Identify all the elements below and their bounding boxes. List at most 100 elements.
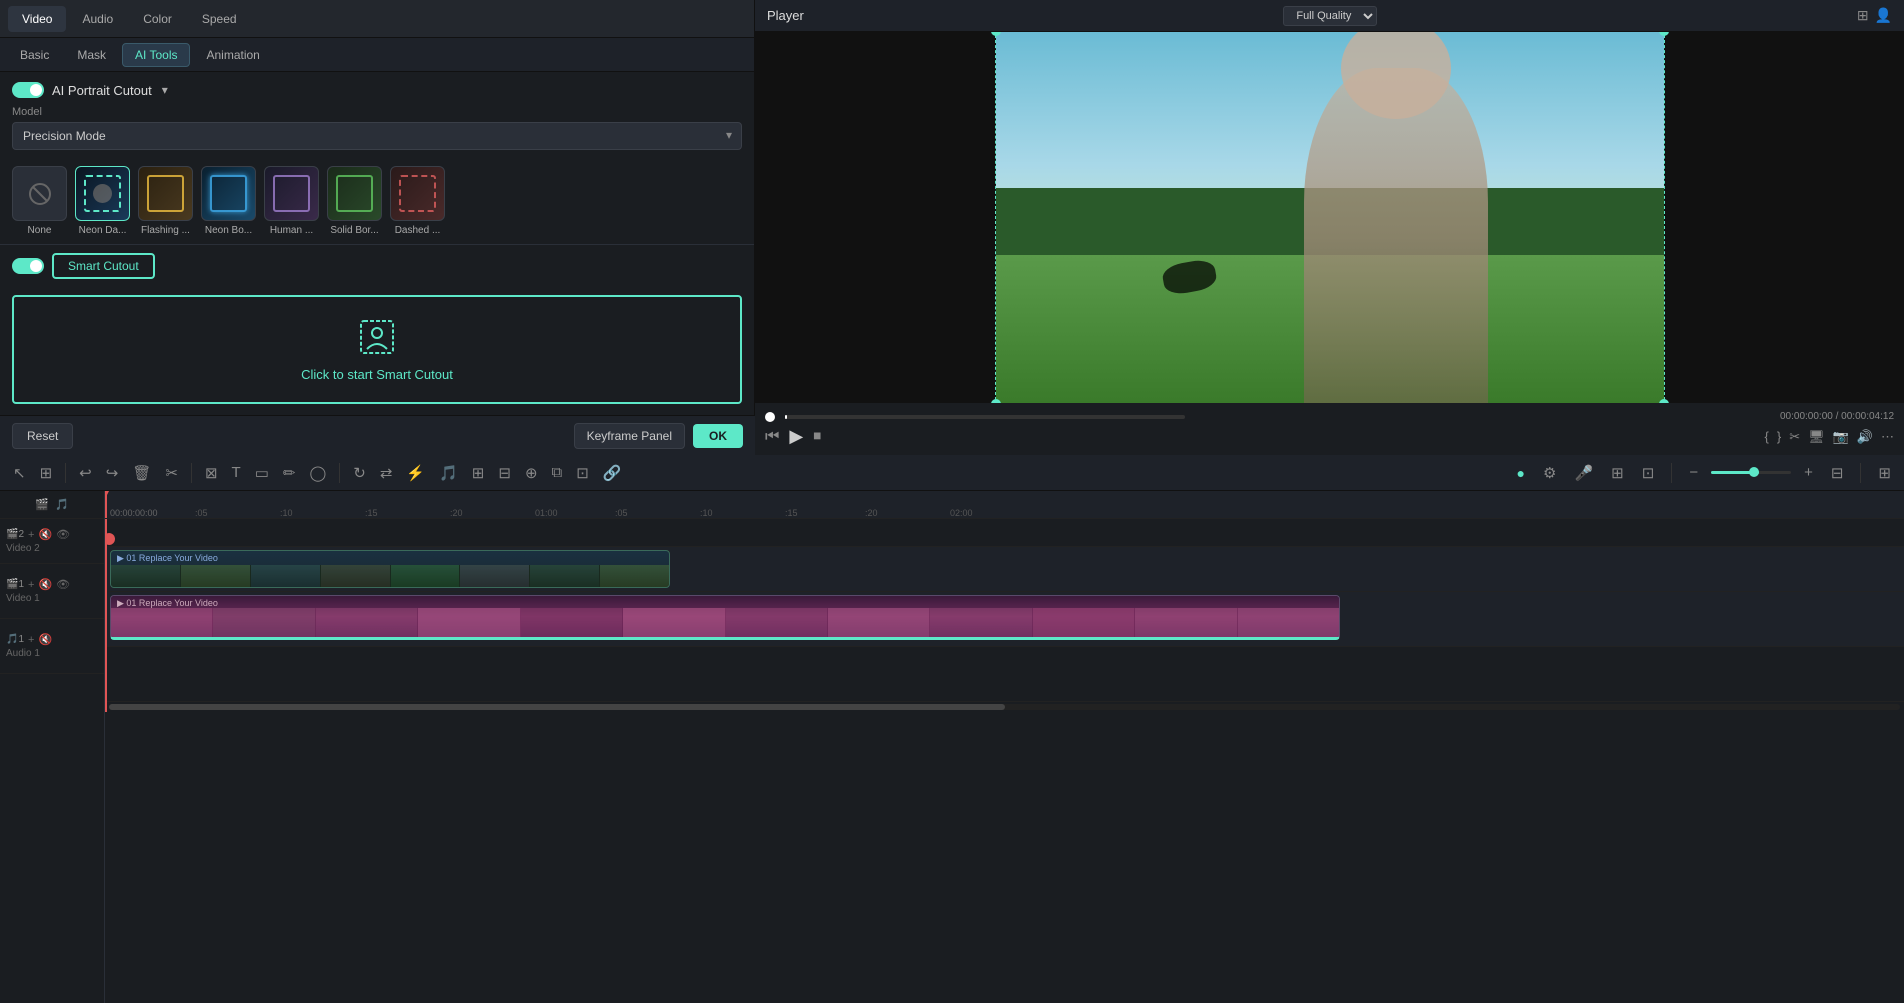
track-add-audio[interactable]: 🎵 xyxy=(55,498,69,511)
tab-video[interactable]: Video xyxy=(8,6,66,32)
cut-button[interactable]: ✂ xyxy=(160,461,183,485)
tracks-scroll-area[interactable]: 00:00:00:00 :05 :10 :15 :20 01:00 :05 :1… xyxy=(105,491,1904,1003)
settings-tool[interactable]: ⚙ xyxy=(1538,461,1561,485)
effect-human[interactable]: Human ... xyxy=(264,166,319,236)
toolbar-sep-3 xyxy=(339,463,340,483)
monitor-icon[interactable]: 🖥 xyxy=(1808,429,1825,445)
duplicate-button[interactable]: ⊕ xyxy=(520,461,543,485)
effect-thumb-neon-dash xyxy=(75,166,130,221)
redo-button[interactable]: ↪ xyxy=(101,461,124,485)
settings-icon[interactable]: 👤 xyxy=(1875,7,1892,24)
video2-clip[interactable]: ▶ 01 Replace Your Video xyxy=(110,550,670,588)
tab-animation[interactable]: Animation xyxy=(194,44,271,66)
voice-button[interactable]: 🎤 xyxy=(1569,461,1598,485)
volume-icon[interactable]: 🔊 xyxy=(1857,429,1873,445)
reset-button[interactable]: Reset xyxy=(12,423,73,449)
ai-portrait-toggle-row: AI Portrait Cutout ▾ xyxy=(12,82,742,98)
video1-mute-icon[interactable]: 🔇 xyxy=(38,578,52,591)
stop-button[interactable]: ⏹ xyxy=(813,428,821,446)
grid-view-button[interactable]: ⊞ xyxy=(1873,461,1896,485)
seekbar[interactable] xyxy=(785,415,1185,419)
play-button[interactable]: ▶ xyxy=(789,426,803,447)
rect-button[interactable]: ▭ xyxy=(250,461,274,485)
video1-clip[interactable]: ▶ 01 Replace Your Video xyxy=(110,595,1340,640)
more-icon[interactable]: ⋯ xyxy=(1881,429,1894,445)
select-tool[interactable]: ↖ xyxy=(8,461,31,485)
enable-icon[interactable]: ● xyxy=(1512,462,1530,484)
track-add-video[interactable]: 🎬 xyxy=(35,498,49,511)
tab-basic[interactable]: Basic xyxy=(8,44,61,66)
playhead-dot[interactable] xyxy=(765,412,775,422)
tab-speed[interactable]: Speed xyxy=(188,6,251,32)
trim-icon[interactable]: ✂ xyxy=(1789,429,1800,445)
model-select[interactable]: Precision Mode Standard Mode xyxy=(12,122,742,150)
fullscreen-icon[interactable]: ⊞ xyxy=(1857,7,1869,24)
crop-button[interactable]: ⊠ xyxy=(200,461,223,485)
video1-eye-icon[interactable]: 👁 xyxy=(56,578,70,591)
effect-neon-dash[interactable]: Neon Da... xyxy=(75,166,130,236)
timeline-scrollbar-thumb[interactable] xyxy=(109,704,1005,710)
effect-dashed[interactable]: Dashed ... xyxy=(390,166,445,236)
effect-none[interactable]: None xyxy=(12,166,67,236)
audio1-num: 🎵1 xyxy=(6,634,24,645)
video1-add-icon[interactable]: + xyxy=(28,579,34,591)
ok-button[interactable]: OK xyxy=(693,424,743,448)
quality-select[interactable]: Full Quality 1/2 Quality 1/4 Quality xyxy=(1283,6,1377,26)
bracket-right-icon[interactable]: } xyxy=(1777,429,1781,444)
timeline-scrollbar-track[interactable] xyxy=(109,704,1900,710)
handle-bottom-right[interactable] xyxy=(1659,399,1669,403)
flip-button[interactable]: ⇄ xyxy=(375,461,398,485)
tab-mask[interactable]: Mask xyxy=(65,44,118,66)
playhead-triangle xyxy=(105,491,109,499)
zoom-thumb[interactable] xyxy=(1749,467,1759,477)
effect-flashing[interactable]: Flashing ... xyxy=(138,166,193,236)
camera-icon[interactable]: 📷 xyxy=(1833,429,1849,445)
delete-button[interactable]: 🗑 xyxy=(127,461,156,485)
video2-eye-icon[interactable]: 👁 xyxy=(56,528,70,541)
track-audio1[interactable] xyxy=(105,647,1904,702)
rotate-button[interactable]: ↻ xyxy=(348,461,371,485)
link-button[interactable]: 🔗 xyxy=(598,461,627,485)
track-video2[interactable]: ▶ 01 Replace Your Video xyxy=(105,547,1904,592)
fit-button[interactable]: ⊟ xyxy=(1826,461,1849,485)
undo-button[interactable]: ↩ xyxy=(74,461,97,485)
zoom-slider[interactable] xyxy=(1711,471,1791,474)
effect-neon-border[interactable]: Neon Bo... xyxy=(201,166,256,236)
effect-solid-border[interactable]: Solid Bor... xyxy=(327,166,382,236)
speed-button[interactable]: ⚡ xyxy=(401,461,430,485)
seekbar-progress xyxy=(785,415,787,419)
split-button[interactable]: ⊟ xyxy=(493,461,516,485)
smart-cutout-area[interactable]: Click to start Smart Cutout xyxy=(12,295,742,404)
tab-ai-tools[interactable]: AI Tools xyxy=(122,43,190,67)
tab-audio[interactable]: Audio xyxy=(68,6,127,32)
ai-portrait-toggle[interactable] xyxy=(12,82,44,98)
tab-color[interactable]: Color xyxy=(129,6,186,32)
skip-back-button[interactable]: ⏮ xyxy=(765,428,779,446)
video2-mute-icon[interactable]: 🔇 xyxy=(38,528,52,541)
zoom-in-button[interactable]: + xyxy=(1799,461,1818,484)
ai-portrait-arrow[interactable]: ▾ xyxy=(162,83,168,97)
smart-cutout-button[interactable]: Smart Cutout xyxy=(52,253,155,279)
handle-bottom-left[interactable] xyxy=(991,399,1001,403)
transition-btn2[interactable]: ⊞ xyxy=(1606,461,1629,485)
multi-tool[interactable]: ⊞ xyxy=(35,461,58,485)
audio1-mute-icon[interactable]: 🔇 xyxy=(38,633,52,646)
toolbar-sep-1 xyxy=(65,463,66,483)
toolbar-sep-2 xyxy=(191,463,192,483)
audio-button[interactable]: 🎵 xyxy=(434,461,463,485)
freehand-button[interactable]: ✏ xyxy=(278,461,301,485)
audio1-add-icon[interactable]: + xyxy=(28,634,34,646)
bracket-left-icon[interactable]: { xyxy=(1765,429,1769,444)
subtitle-button[interactable]: ⊡ xyxy=(1637,461,1660,485)
keyframe-panel-button[interactable]: Keyframe Panel xyxy=(574,423,685,449)
video2-add-icon[interactable]: + xyxy=(28,529,34,541)
player-quality-wrapper: Full Quality 1/2 Quality 1/4 Quality xyxy=(1283,6,1377,26)
track-video1[interactable]: ▶ 01 Replace Your Video xyxy=(105,592,1904,647)
resize-button[interactable]: ⊡ xyxy=(571,461,594,485)
text-button[interactable]: T xyxy=(227,461,246,484)
smart-cutout-toggle[interactable] xyxy=(12,258,44,274)
transition-button[interactable]: ⊞ xyxy=(467,461,490,485)
zoom-out-button[interactable]: − xyxy=(1684,461,1703,484)
group-button[interactable]: ⧉ xyxy=(547,461,568,484)
circle-button[interactable]: ◯ xyxy=(304,461,331,485)
